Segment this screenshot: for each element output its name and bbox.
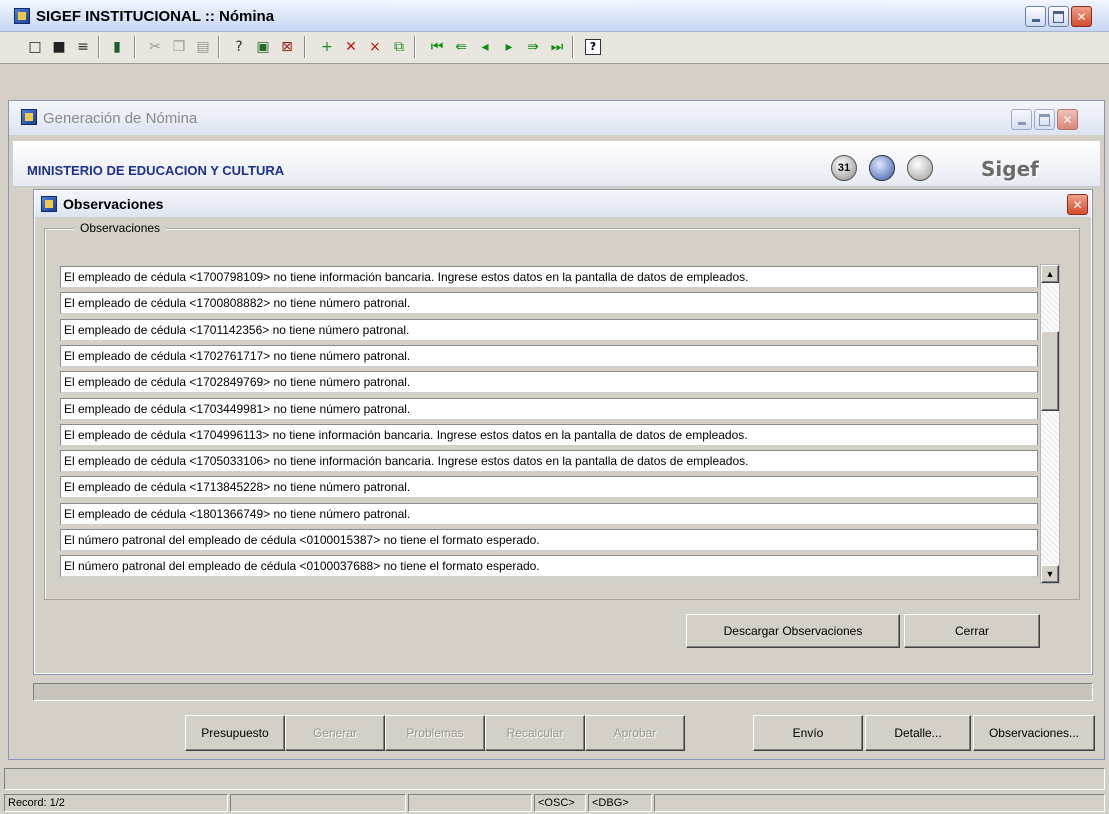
presupuesto-label: Presupuesto [201,726,269,740]
scroll-thumb[interactable] [1041,331,1059,411]
toolbar-separator [218,36,220,58]
observacion-row[interactable]: El empleado de cédula <1704996113> no ti… [60,423,1038,446]
child-window: Generación de Nómina ✕ MINISTERIO DE EDU… [8,100,1105,760]
dialog-title-bar[interactable]: Observaciones ✕ [35,191,1091,217]
detalle-button[interactable]: Detalle... [865,715,971,751]
copy-icon[interactable]: ❐ [168,36,190,58]
status-dbg: <DBG> [588,794,652,812]
exit-icon[interactable]: ▮ [106,36,128,58]
paste-icon[interactable]: ▤ [192,36,214,58]
app-title: SIGEF INSTITUCIONAL :: Nómina [36,8,275,25]
descargar-observaciones-button[interactable]: Descargar Observaciones [686,614,900,648]
status-cell-6 [654,794,1105,812]
toolbar-separator [98,36,100,58]
child-title-bar[interactable]: Generación de Nómina ✕ [9,101,1104,135]
next-block-icon[interactable]: ⇛ [522,36,544,58]
aprobar-label: Aprobar [613,726,657,740]
problemas-label: Problemas [406,726,464,740]
toolbar: □ ■ ≡ ▮ ✂ ❐ ▤ ? ▣ ⊠ + ✕ × ⧉ ⏮ ⇚ ◂ ▸ ⇛ ⏭ … [0,32,1109,64]
delete-record-icon[interactable]: ✕ [340,36,362,58]
ministry-title: MINISTERIO DE EDUCACION Y CULTURA [27,163,285,178]
status-osc: <OSC> [534,794,586,812]
duplicate-record-icon[interactable]: ⧉ [388,36,410,58]
help-icon[interactable]: ? [582,36,604,58]
observacion-row[interactable]: El empleado de cédula <1700808882> no ti… [60,292,1038,315]
app-maximize-button[interactable] [1048,6,1069,27]
generar-button[interactable]: Generar [285,715,385,751]
observacion-row[interactable]: El número patronal del empleado de cédul… [60,555,1038,578]
cancel-query-icon[interactable]: ⊠ [276,36,298,58]
toolbar-separator [304,36,306,58]
app-title-bar[interactable]: SIGEF INSTITUCIONAL :: Nómina ✕ [0,0,1109,32]
ministry-header: MINISTERIO DE EDUCACION Y CULTURA 31 Sig… [13,141,1100,187]
observacion-row[interactable]: El empleado de cédula <1701142356> no ti… [60,318,1038,341]
observacion-row[interactable]: El empleado de cédula <1702761717> no ti… [60,344,1038,367]
calendar-day: 31 [837,162,851,174]
new-icon[interactable]: □ [24,36,46,58]
dialog-footer-strip [33,683,1093,701]
previous-record-icon[interactable]: ◂ [474,36,496,58]
observacion-row[interactable]: El empleado de cédula <1703449981> no ti… [60,397,1038,420]
scroll-up-button[interactable]: ▲ [1041,265,1059,283]
globe-icon[interactable] [907,155,933,181]
cut-icon[interactable]: ✂ [144,36,166,58]
save-icon[interactable]: ■ [48,36,70,58]
generar-label: Generar [312,726,358,740]
observaciones-group-label: Observaciones [74,221,167,235]
status-cell-3 [408,794,532,812]
status-record: Record: 1/2 [4,794,228,812]
envio-label: Envío [792,726,824,740]
child-close-button[interactable]: ✕ [1057,109,1078,130]
dialog-close-button[interactable]: ✕ [1067,194,1088,215]
observacion-row[interactable]: El empleado de cédula <1713845228> no ti… [60,476,1038,499]
dialog-title: Observaciones [63,196,164,212]
detalle-label: Detalle... [894,726,942,740]
print-icon[interactable]: ≡ [72,36,94,58]
first-record-icon[interactable]: ⏮ [426,36,448,58]
app-close-button[interactable]: ✕ [1071,6,1092,27]
observacion-row[interactable]: El número patronal del empleado de cédul… [60,529,1038,551]
child-minimize-button[interactable] [1011,109,1032,130]
vertical-scrollbar[interactable]: ▲ ▼ [1040,264,1060,584]
aprobar-button[interactable]: Aprobar [585,715,685,751]
observacion-row[interactable]: El empleado de cédula <1702849769> no ti… [60,371,1038,394]
toolbar-separator [414,36,416,58]
app-icon [14,8,30,24]
status-cell-2 [230,794,406,812]
insert-record-icon[interactable]: + [316,36,338,58]
recalcular-label: Recalcular [506,726,564,740]
child-window-icon [21,109,37,125]
dialog-icon [41,196,57,212]
execute-query-icon[interactable]: ▣ [252,36,274,58]
close-icon: ✕ [1072,197,1083,212]
last-record-icon[interactable]: ⏭ [546,36,568,58]
child-maximize-button[interactable] [1034,109,1055,130]
previous-block-icon[interactable]: ⇚ [450,36,472,58]
observaciones-dialog: Observaciones ✕ Observaciones ▲ ▼ Descar… [33,189,1093,675]
problemas-button[interactable]: Problemas [385,715,485,751]
query-icon[interactable]: ? [228,36,250,58]
clear-record-icon[interactable]: × [364,36,386,58]
toolbar-separator [134,36,136,58]
observaciones-button[interactable]: Observaciones... [973,715,1095,751]
message-bar [4,768,1105,790]
observacion-row[interactable]: El empleado de cédula <1700798109> no ti… [60,266,1038,288]
recalcular-button[interactable]: Recalcular [485,715,585,751]
presupuesto-button[interactable]: Presupuesto [185,715,285,751]
toolbar-separator [572,36,574,58]
close-icon: ✕ [1062,112,1073,127]
close-icon: ✕ [1076,9,1087,24]
calendar-icon[interactable]: 31 [831,155,857,181]
envio-button[interactable]: Envío [753,715,863,751]
users-icon[interactable] [869,155,895,181]
app-minimize-button[interactable] [1025,6,1046,27]
observacion-row[interactable]: El empleado de cédula <1705033106> no ti… [60,450,1038,473]
child-window-title: Generación de Nómina [43,110,198,127]
observaciones-label: Observaciones... [988,726,1080,740]
observacion-row[interactable]: El empleado de cédula <1801366749> no ti… [60,502,1038,525]
cerrar-button[interactable]: Cerrar [904,614,1040,648]
sigef-logo: Sigef [981,157,1039,181]
next-record-icon[interactable]: ▸ [498,36,520,58]
scroll-down-button[interactable]: ▼ [1041,565,1059,583]
